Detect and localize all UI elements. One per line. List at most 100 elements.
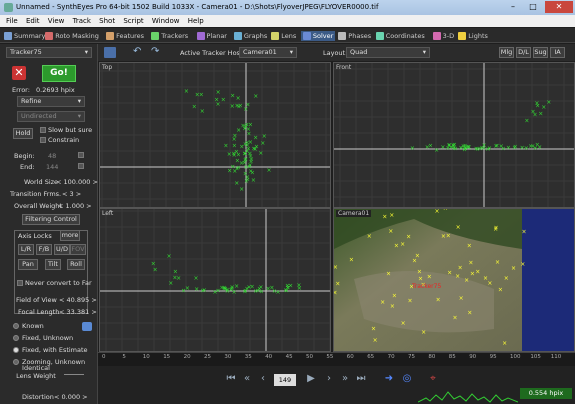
ia-button[interactable]: IA <box>550 47 565 58</box>
tracker-marker[interactable]: × <box>249 159 254 166</box>
tracker-marker[interactable]: × <box>250 284 255 291</box>
axis-fb-button[interactable]: F/B <box>36 244 52 255</box>
tracker-marker[interactable]: × <box>446 232 451 239</box>
tracker-marker[interactable]: × <box>199 91 204 98</box>
frame-number-input[interactable]: 149 <box>274 374 296 386</box>
tracker-marker[interactable]: × <box>487 280 492 287</box>
tracker-marker[interactable]: × <box>417 268 422 275</box>
active-tracker-host-select[interactable]: Camera01 ▾ <box>239 47 297 58</box>
tracker-marker[interactable]: × <box>504 275 509 282</box>
minimize-button[interactable]: – <box>503 1 523 13</box>
begin-value[interactable]: 48 <box>48 152 56 160</box>
menu-window[interactable]: Window <box>152 15 180 27</box>
tracker-marker[interactable]: × <box>408 298 413 305</box>
menu-shot[interactable]: Shot <box>99 15 115 27</box>
tracker-marker[interactable]: × <box>520 261 525 268</box>
hold-button[interactable]: Hold <box>13 128 33 139</box>
tracker-marker[interactable]: × <box>445 145 450 152</box>
mlg-button[interactable]: Mlg <box>499 47 514 58</box>
menu-script[interactable]: Script <box>123 15 143 27</box>
tracker-marker[interactable]: × <box>260 140 265 147</box>
tracker-marker[interactable]: × <box>167 253 172 260</box>
tracker-marker[interactable]: × <box>243 150 248 157</box>
tracker-marker[interactable]: × <box>463 144 468 151</box>
room-tab-solver[interactable]: Solver <box>300 31 336 41</box>
tracker-marker[interactable]: × <box>382 213 387 220</box>
tracker-marker[interactable]: × <box>227 167 232 174</box>
tracker-marker[interactable]: × <box>464 277 469 284</box>
timeline[interactable]: 0 5 10 15 20 25 30 35 40 45 50 55 60 65 70 75 80 85 90 95 10… <box>98 352 575 366</box>
tracker-marker[interactable]: × <box>184 88 189 95</box>
room-tab-coordinates[interactable]: Coordinates <box>375 31 425 41</box>
prev-key-icon[interactable]: « <box>240 373 254 384</box>
distortion-value[interactable]: < 0.000 > <box>54 393 88 401</box>
tracker-marker[interactable]: × <box>251 177 256 184</box>
tracker-marker[interactable]: × <box>185 285 190 292</box>
tracker-marker[interactable]: × <box>267 167 272 174</box>
menu-help[interactable]: Help <box>188 15 204 27</box>
axis-pan-button[interactable]: Pan <box>18 259 38 270</box>
tracker-marker[interactable]: × <box>230 93 235 100</box>
tracker-marker[interactable]: × <box>253 135 258 142</box>
room-tab-3-d[interactable]: 3-D <box>432 31 454 41</box>
tracker-marker[interactable]: × <box>242 125 247 132</box>
tracker-marker[interactable]: × <box>427 274 432 281</box>
tracker-marker[interactable]: × <box>236 104 241 111</box>
next-key-icon[interactable]: » <box>338 373 352 384</box>
layout-select[interactable]: Quad ▾ <box>346 47 430 58</box>
tracker-marker[interactable]: × <box>434 147 439 154</box>
tracker-marker[interactable]: × <box>245 177 250 184</box>
tracker-marker[interactable]: × <box>447 269 452 276</box>
tracker-marker[interactable]: × <box>513 143 518 150</box>
tracker-marker[interactable]: × <box>502 340 507 347</box>
tracker-marker[interactable]: × <box>235 157 240 164</box>
tracker-marker[interactable]: × <box>239 186 244 193</box>
tracker-marker[interactable]: × <box>458 264 463 271</box>
fov-value[interactable]: < 40.895 > <box>59 296 97 304</box>
play-icon[interactable]: ▶ <box>304 373 318 384</box>
tracker-marker[interactable]: × <box>214 97 219 104</box>
axis-fov-button[interactable]: FOV <box>70 244 86 255</box>
tracker-marker[interactable]: × <box>200 288 205 295</box>
tracker-marker[interactable]: × <box>443 209 448 212</box>
tracker-marker[interactable]: × <box>334 289 337 296</box>
tracker-marker[interactable]: × <box>487 145 492 152</box>
tracker-marker[interactable]: × <box>334 264 338 271</box>
begin-checkbox[interactable] <box>78 151 86 159</box>
room-tab-lens[interactable]: Lens <box>271 31 296 41</box>
room-tab-graphs[interactable]: Graphs <box>233 31 267 41</box>
room-tab-summary[interactable]: Summary <box>4 31 45 41</box>
tracker-marker[interactable]: × <box>373 337 378 344</box>
front-viewport-canvas[interactable]: × ××× ×× ×× × × ×× ×× ×× × × ×××× ××× ××× × × ×××× ×× × ×××… <box>334 63 575 208</box>
tracker-marker[interactable]: × <box>243 164 248 171</box>
direction-select[interactable]: Undirected ▾ <box>17 111 85 122</box>
tracker-marker[interactable]: × <box>506 145 511 152</box>
tracker-marker[interactable]: × <box>532 112 537 119</box>
tracker-marker[interactable]: × <box>296 282 301 289</box>
maximize-button[interactable]: □ <box>523 1 543 13</box>
tracker-marker[interactable]: × <box>253 93 258 100</box>
tracker-marker[interactable]: × <box>258 150 263 157</box>
end-checkbox[interactable] <box>78 162 86 170</box>
tracker-marker[interactable]: × <box>266 285 271 292</box>
tracker-marker[interactable]: × <box>534 100 539 107</box>
tracker-select[interactable]: Tracker75 ▾ <box>6 47 92 58</box>
tracker-marker[interactable]: × <box>415 253 420 260</box>
tracker-marker[interactable]: × <box>436 297 441 304</box>
forward-arrow-icon[interactable]: ➜ <box>382 373 396 384</box>
next-frame-icon[interactable]: › <box>322 373 336 384</box>
tracker-marker[interactable]: × <box>468 260 473 267</box>
room-tab-features[interactable]: Features <box>106 31 144 41</box>
tracker-marker[interactable]: × <box>153 267 158 274</box>
sug-button[interactable]: Sug <box>533 47 548 58</box>
overall-weight-value[interactable]: < 1.000 > <box>58 202 92 210</box>
tracker-marker[interactable]: × <box>400 241 405 248</box>
camera-viewport[interactable]: × × × × × × × × × × × × × × × × × × × × × × × × × × × × × × × × × × × × × × × ×… <box>333 208 575 352</box>
tracker-marker[interactable]: × <box>243 141 248 148</box>
tracker-marker[interactable]: × <box>242 288 247 295</box>
room-tab-planar[interactable]: Planar <box>196 31 227 41</box>
tracker-marker[interactable]: × <box>234 166 239 173</box>
save-icon[interactable] <box>104 47 116 58</box>
tracker-marker[interactable]: × <box>459 295 464 302</box>
tracker-marker[interactable]: × <box>535 142 540 149</box>
